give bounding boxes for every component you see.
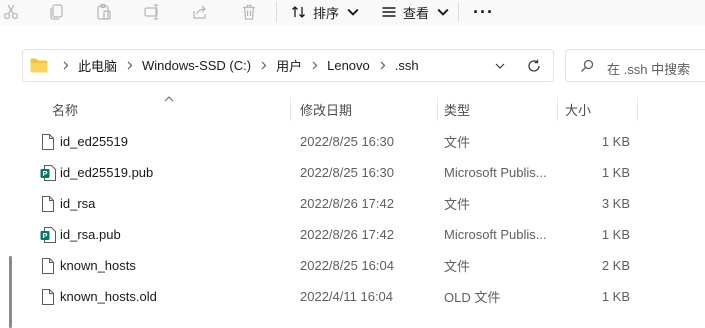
view-label: 查看	[403, 5, 430, 21]
file-name: id_ed25519.pub	[60, 165, 154, 180]
file-name: id_rsa	[60, 196, 96, 211]
navigation-scrollbar[interactable]	[9, 256, 12, 328]
generic-file-icon	[42, 289, 54, 305]
file-size: 1 KB	[601, 134, 630, 149]
share-icon[interactable]	[189, 1, 211, 23]
file-name: id_rsa.pub	[60, 227, 121, 242]
chevron-right-icon[interactable]	[62, 61, 69, 70]
file-name: id_ed25519	[60, 134, 128, 149]
file-size: 1 KB	[601, 165, 630, 180]
sort-icon	[292, 6, 305, 18]
chevron-right-icon[interactable]	[260, 61, 267, 70]
file-type: OLD 文件	[444, 290, 501, 305]
more-icon: ···	[473, 1, 494, 22]
file-row[interactable]: known_hosts.old 2022/4/11 16:04 OLD 文件 1…	[19, 281, 705, 312]
file-modified-date: 2022/8/25 16:30	[300, 165, 394, 180]
column-divider[interactable]	[557, 97, 558, 121]
publisher-file-icon: P	[40, 165, 56, 181]
breadcrumb-users[interactable]: 用户	[276, 56, 302, 75]
address-bar[interactable]: 此电脑 Windows-SSD (C:) 用户 Lenovo .ssh	[22, 49, 554, 82]
command-bar: 排序 查看 ···	[0, 0, 705, 26]
breadcrumb-current[interactable]: .ssh	[395, 58, 419, 73]
column-header-date[interactable]: 修改日期	[300, 95, 352, 123]
file-size: 1 KB	[601, 227, 630, 242]
file-modified-date: 2022/4/11 16:04	[300, 289, 394, 304]
file-modified-date: 2022/8/26 17:42	[300, 196, 394, 211]
breadcrumb: 此电脑 Windows-SSD (C:) 用户 Lenovo .ssh	[53, 50, 419, 81]
file-modified-date: 2022/8/25 16:30	[300, 134, 394, 149]
toolbar-divider	[276, 2, 277, 22]
breadcrumb-user[interactable]: Lenovo	[327, 58, 370, 73]
copy-icon[interactable]	[46, 1, 68, 23]
file-row[interactable]: id_rsa 2022/8/26 17:42 文件 3 KB	[19, 188, 705, 219]
file-type: 文件	[444, 259, 471, 274]
svg-text:P: P	[42, 231, 47, 240]
paste-icon[interactable]	[93, 1, 115, 23]
column-divider[interactable]	[437, 97, 438, 121]
breadcrumb-this-pc[interactable]: 此电脑	[78, 56, 117, 75]
file-modified-date: 2022/8/25 16:04	[300, 258, 394, 273]
view-button[interactable]: 查看	[381, 0, 451, 24]
search-icon	[581, 59, 594, 72]
rename-icon[interactable]	[141, 1, 163, 23]
refresh-icon[interactable]	[526, 58, 542, 74]
history-dropdown-icon[interactable]	[493, 59, 507, 73]
chevron-down-icon	[437, 8, 449, 16]
chevron-right-icon[interactable]	[126, 61, 133, 70]
column-header-name[interactable]: 名称	[52, 95, 78, 123]
toolbar-divider	[458, 2, 459, 22]
generic-file-icon	[42, 196, 54, 212]
file-type: 文件	[444, 135, 471, 150]
file-size: 1 KB	[601, 289, 630, 304]
search-placeholder: 在 .ssh 中搜索	[607, 62, 691, 77]
publisher-file-icon: P	[40, 227, 56, 243]
column-header-type[interactable]: 类型	[444, 95, 470, 123]
column-header-row: 名称 修改日期 类型 大小	[19, 95, 705, 123]
cut-icon[interactable]	[0, 1, 22, 23]
generic-file-icon	[42, 134, 54, 150]
file-name: known_hosts	[60, 258, 136, 273]
column-divider[interactable]	[637, 97, 638, 121]
more-options-button[interactable]: ···	[473, 0, 494, 24]
chevron-down-icon	[347, 8, 359, 16]
svg-text:P: P	[42, 169, 47, 178]
file-modified-date: 2022/8/26 17:42	[300, 227, 394, 242]
file-name: known_hosts.old	[60, 289, 157, 304]
file-type: Microsoft Publis...	[444, 165, 547, 180]
sort-label: 排序	[313, 5, 340, 21]
file-size: 2 KB	[601, 258, 630, 273]
view-icon	[382, 7, 396, 17]
folder-icon	[30, 58, 48, 73]
file-type: Microsoft Publis...	[444, 227, 547, 242]
sort-button[interactable]: 排序	[291, 0, 361, 24]
column-header-size[interactable]: 大小	[565, 95, 591, 123]
file-row[interactable]: P id_ed25519.pub 2022/8/25 16:30 Microso…	[19, 157, 705, 188]
file-type: 文件	[444, 197, 471, 212]
delete-icon[interactable]	[238, 1, 260, 23]
file-size: 3 KB	[601, 196, 630, 211]
file-row[interactable]: known_hosts 2022/8/25 16:04 文件 2 KB	[19, 250, 705, 281]
chevron-right-icon[interactable]	[379, 61, 386, 70]
chevron-right-icon[interactable]	[311, 61, 318, 70]
file-row[interactable]: id_ed25519 2022/8/25 16:30 文件 1 KB	[19, 126, 705, 157]
search-input[interactable]: 在 .ssh 中搜索	[565, 49, 705, 82]
generic-file-icon	[42, 258, 54, 274]
breadcrumb-drive[interactable]: Windows-SSD (C:)	[142, 58, 251, 73]
column-divider[interactable]	[290, 97, 291, 121]
file-row[interactable]: P id_rsa.pub 2022/8/26 17:42 Microsoft P…	[19, 219, 705, 250]
